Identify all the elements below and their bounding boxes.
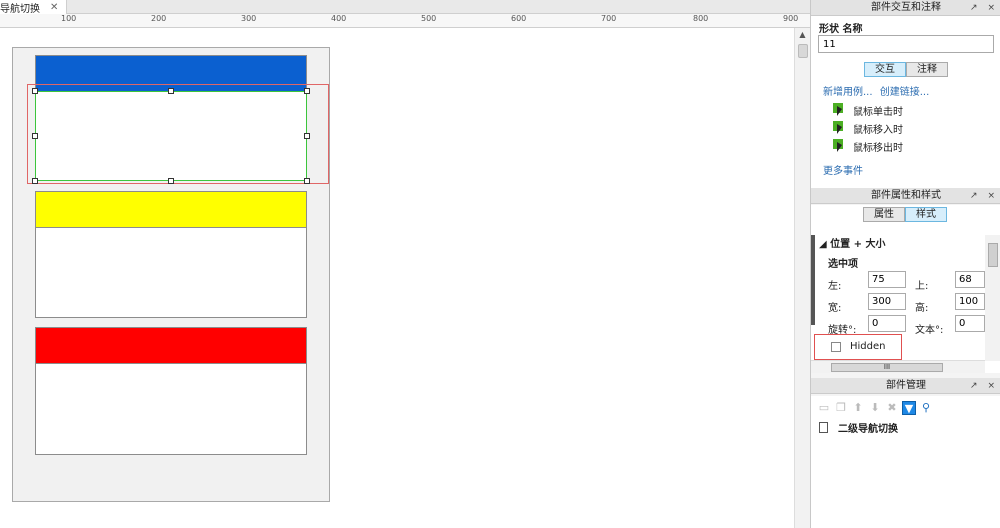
shape-name-label: 形状 名称 xyxy=(819,24,863,35)
properties-panel-header: 部件属性和样式 ↗ × xyxy=(811,188,1000,204)
properties-panel-title: 部件属性和样式 xyxy=(871,190,941,201)
resize-handle[interactable] xyxy=(304,178,310,184)
interaction-panel-header: 部件交互和注释 ↗ × xyxy=(811,0,1000,16)
hidden-label: Hidden xyxy=(850,341,886,352)
shape-name-input[interactable] xyxy=(818,35,994,53)
document-tab-bar: 导航切换 ✕ xyxy=(0,0,810,15)
tab-notes[interactable]: 注释 xyxy=(906,62,948,77)
close-icon[interactable]: ✕ xyxy=(46,2,62,13)
nav-header-red[interactable] xyxy=(35,327,307,364)
search-icon[interactable]: ⚲ xyxy=(919,401,933,415)
pin-icon[interactable]: ↗ xyxy=(970,3,978,13)
properties-horizontal-scrollbar[interactable]: III xyxy=(811,360,985,373)
document-tab[interactable]: 导航切换 ✕ xyxy=(0,0,68,15)
left-label: 左: xyxy=(828,281,842,292)
resize-handle[interactable] xyxy=(32,133,38,139)
horizontal-ruler: 100 200 300 400 500 600 700 800 900 xyxy=(0,14,810,28)
resize-handle[interactable] xyxy=(32,88,38,94)
pin-icon[interactable]: ↗ xyxy=(970,191,978,201)
manager-item-label: 二级导航切换 xyxy=(838,424,898,435)
event-item-mouse-enter[interactable]: 鼠标移入时 xyxy=(833,119,903,137)
new-page-icon[interactable]: ▭ xyxy=(817,401,831,415)
resize-handle[interactable] xyxy=(168,88,174,94)
text-rotate-label: 文本°: xyxy=(915,325,944,336)
filter-icon[interactable]: ▼ xyxy=(902,401,916,415)
links-row: 新增用例... 创建链接... xyxy=(823,83,933,98)
tab-properties[interactable]: 属性 xyxy=(863,207,905,222)
resize-handle[interactable] xyxy=(168,178,174,184)
ruler-label: 700 xyxy=(601,14,617,23)
ruler-label: 800 xyxy=(693,14,709,23)
add-case-link[interactable]: 新增用例... xyxy=(823,87,873,98)
manager-panel-title: 部件管理 xyxy=(886,380,926,391)
scroll-thumb[interactable] xyxy=(988,243,998,267)
event-item-mouse-leave[interactable]: 鼠标移出时 xyxy=(833,137,903,155)
panel-splitter[interactable] xyxy=(811,235,815,325)
nav-header-yellow[interactable] xyxy=(35,191,307,228)
move-down-icon[interactable]: ⬇ xyxy=(868,401,882,415)
manager-panel-header: 部件管理 ↗ × xyxy=(811,378,1000,394)
page-icon xyxy=(819,422,828,433)
resize-handle[interactable] xyxy=(32,178,38,184)
content-panel-red[interactable] xyxy=(35,363,307,455)
event-label: 鼠标移入时 xyxy=(853,124,903,136)
scroll-thumb[interactable] xyxy=(798,44,808,58)
event-cursor-icon xyxy=(833,121,847,135)
document-tab-label: 导航切换 xyxy=(0,3,40,15)
resize-handle[interactable] xyxy=(304,88,310,94)
tab-style[interactable]: 样式 xyxy=(905,207,947,222)
pin-icon[interactable]: ↗ xyxy=(970,381,978,391)
properties-tabs: 属性 样式 xyxy=(863,207,947,222)
ruler-label: 200 xyxy=(151,14,167,23)
scroll-up-icon[interactable]: ▲ xyxy=(795,28,810,42)
ruler-label: 500 xyxy=(421,14,437,23)
scroll-thumb[interactable]: III xyxy=(831,363,943,372)
close-icon[interactable]: × xyxy=(987,3,995,13)
move-up-icon[interactable]: ⬆ xyxy=(851,401,865,415)
ruler-label: 900 xyxy=(783,14,799,23)
blank-overlay xyxy=(835,436,1000,528)
properties-panel: 属性 样式 ◢ 位置 + 大小 选中项 左: 上: 宽: 高: 旋转°: 文本°… xyxy=(811,205,1000,373)
height-input[interactable] xyxy=(955,293,985,310)
selected-label: 选中项 xyxy=(828,259,858,270)
rotate-input[interactable] xyxy=(868,315,906,332)
interaction-panel: 形状 名称 交互 注释 新增用例... 创建链接... 鼠标单击时 鼠标移入时 … xyxy=(811,16,1000,188)
close-icon[interactable]: × xyxy=(987,381,995,391)
ruler-label: 100 xyxy=(61,14,77,23)
close-icon[interactable]: × xyxy=(987,191,995,201)
canvas-vertical-scrollbar[interactable]: ▲ xyxy=(794,28,810,528)
ruler-label: 300 xyxy=(241,14,257,23)
width-input[interactable] xyxy=(868,293,906,310)
left-input[interactable] xyxy=(868,271,906,288)
event-list: 鼠标单击时 鼠标移入时 鼠标移出时 xyxy=(833,101,903,155)
ruler-label: 600 xyxy=(511,14,527,23)
top-label: 上: xyxy=(915,281,929,292)
position-size-section-title[interactable]: ◢ 位置 + 大小 xyxy=(819,235,886,250)
copy-icon[interactable]: ❐ xyxy=(834,401,848,415)
create-link-link[interactable]: 创建链接... xyxy=(880,87,930,98)
manager-toolbar: ▭ ❐ ⬆ ⬇ ✖ ▼ ⚲ xyxy=(817,400,936,416)
canvas-area: 导航切换 ✕ 100 200 300 400 500 600 700 800 9… xyxy=(0,0,810,528)
interaction-panel-title: 部件交互和注释 xyxy=(871,2,941,13)
resize-handle[interactable] xyxy=(304,133,310,139)
width-label: 宽: xyxy=(828,303,842,314)
height-label: 高: xyxy=(915,303,929,314)
event-label: 鼠标移出时 xyxy=(853,142,903,154)
event-cursor-icon xyxy=(833,103,847,117)
manager-tree-item[interactable]: 二级导航切换 xyxy=(819,420,898,435)
properties-vertical-scrollbar[interactable] xyxy=(985,235,1000,361)
content-panel-yellow[interactable] xyxy=(35,227,307,318)
event-item-click[interactable]: 鼠标单击时 xyxy=(833,101,903,119)
interaction-tabs: 交互 注释 xyxy=(864,62,948,77)
hidden-checkbox[interactable] xyxy=(831,342,841,352)
top-input[interactable] xyxy=(955,271,985,288)
event-label: 鼠标单击时 xyxy=(853,106,903,118)
event-cursor-icon xyxy=(833,139,847,153)
tab-interaction[interactable]: 交互 xyxy=(864,62,906,77)
selected-content-panel[interactable] xyxy=(35,91,307,181)
more-events-link[interactable]: 更多事件 xyxy=(823,162,863,177)
ruler-label: 400 xyxy=(331,14,347,23)
delete-icon[interactable]: ✖ xyxy=(885,401,899,415)
text-rotate-input[interactable] xyxy=(955,315,985,332)
